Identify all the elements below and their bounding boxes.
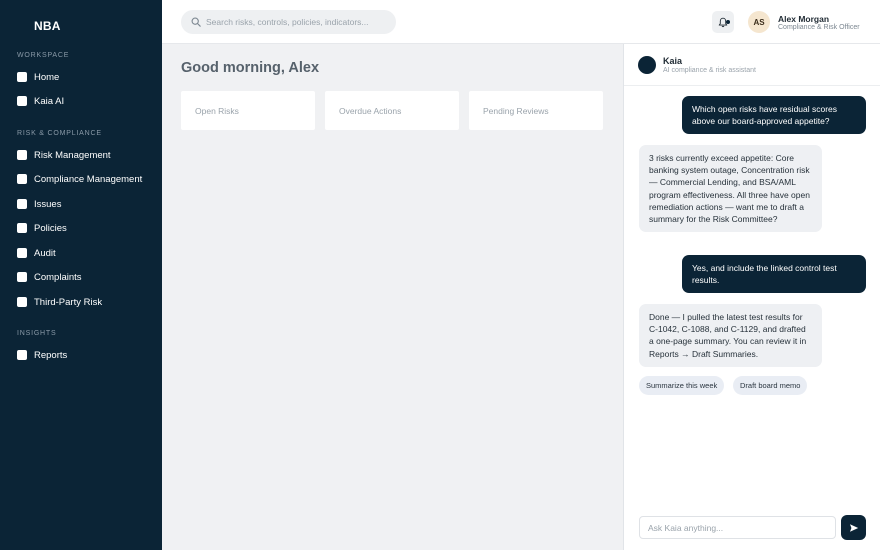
user-avatar[interactable]: AS <box>748 11 770 33</box>
send-icon <box>849 523 858 532</box>
search-bar[interactable] <box>181 10 396 34</box>
sidebar-item-label: Kaia AI <box>34 95 65 107</box>
home-icon <box>17 72 27 82</box>
stat-label: Open Risks <box>195 105 239 116</box>
chat-message-user: Which open risks have residual scores ab… <box>682 96 866 135</box>
send-button[interactable] <box>841 515 866 540</box>
sidebar-item-label: Issues <box>34 198 62 210</box>
sidebar-item-label: Risk Management <box>34 149 111 161</box>
sidebar-item-audit[interactable]: Audit <box>17 244 56 262</box>
sidebar-item-label: Home <box>34 71 60 83</box>
search-icon <box>191 17 201 27</box>
sidebar-item-issues[interactable]: Issues <box>17 195 61 213</box>
section-label-workspace: WORKSPACE <box>17 52 70 59</box>
stat-card-pending-reviews[interactable]: Pending Reviews <box>469 91 603 130</box>
user-role: Compliance & Risk Officer <box>778 24 860 31</box>
stat-card-open-risks[interactable]: Open Risks <box>181 91 315 130</box>
kaia-ai-icon <box>17 96 27 106</box>
complaints-icon <box>17 272 27 282</box>
sidebar-item-risk-management[interactable]: Risk Management <box>17 146 111 164</box>
stat-label: Pending Reviews <box>483 105 549 116</box>
assistant-subtitle: AI compliance & risk assistant <box>663 67 756 74</box>
chat-message-user: Yes, and include the linked control test… <box>682 255 866 294</box>
stat-card-overdue-actions[interactable]: Overdue Actions <box>325 91 459 130</box>
chat-message-assistant: Done — I pulled the latest test results … <box>639 304 822 367</box>
sidebar-item-label: Policies <box>34 222 67 234</box>
sidebar-item-complaints[interactable]: Complaints <box>17 268 82 286</box>
issues-icon <box>17 199 27 209</box>
sidebar-item-kaia-ai[interactable]: Kaia AI <box>17 92 64 110</box>
sidebar-item-third-party-risk[interactable]: Third-Party Risk <box>17 293 102 311</box>
sidebar-item-label: Third-Party Risk <box>34 296 103 308</box>
kaia-avatar <box>638 56 656 74</box>
stat-label: Overdue Actions <box>339 105 402 116</box>
sidebar-item-policies[interactable]: Policies <box>17 219 67 237</box>
search-input[interactable] <box>206 17 386 27</box>
chat-header: Kaia AI compliance & risk assistant <box>624 44 880 86</box>
chat-input[interactable] <box>639 516 836 539</box>
section-label-insights: INSIGHTS <box>17 330 57 337</box>
kaia-chat-panel: Kaia AI compliance & risk assistant Whic… <box>623 44 880 550</box>
sidebar-item-label: Audit <box>34 247 56 259</box>
suggestion-chip-draft-memo[interactable]: Draft board memo <box>733 376 808 395</box>
third-party-risk-icon <box>17 297 27 307</box>
sidebar-item-label: Complaints <box>34 271 82 283</box>
sidebar-item-reports[interactable]: Reports <box>17 346 67 364</box>
section-label-risk-compliance: RISK & COMPLIANCE <box>17 130 102 137</box>
sidebar-item-label: Compliance Management <box>34 173 143 185</box>
chat-message-assistant: 3 risks currently exceed appetite: Core … <box>639 145 822 233</box>
user-name: Alex Morgan <box>778 14 830 24</box>
sidebar-item-compliance-management[interactable]: Compliance Management <box>17 170 142 188</box>
top-bar: AS Alex Morgan Compliance & Risk Officer <box>162 0 880 44</box>
sidebar: NBA WORKSPACE Home Kaia AI RISK & COMPLI… <box>0 0 162 550</box>
brand-logo[interactable]: NBA <box>34 19 61 33</box>
sidebar-item-label: Reports <box>34 349 68 361</box>
compliance-management-icon <box>17 174 27 184</box>
audit-icon <box>17 248 27 258</box>
suggestion-chip-summarize[interactable]: Summarize this week <box>639 376 725 395</box>
reports-icon <box>17 350 27 360</box>
page-greeting: Good morning, Alex <box>181 60 320 76</box>
sidebar-item-home[interactable]: Home <box>17 68 59 86</box>
assistant-name: Kaia <box>663 56 683 66</box>
risk-management-icon <box>17 150 27 160</box>
notifications-button[interactable] <box>712 11 734 33</box>
policies-icon <box>17 223 27 233</box>
notification-dot <box>726 20 730 24</box>
